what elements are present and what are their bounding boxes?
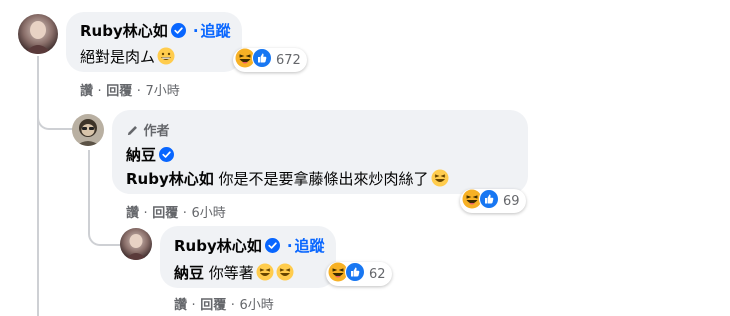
reactions-summary-3[interactable]: 62: [326, 262, 392, 286]
verified-badge-icon: [159, 147, 175, 166]
comment-actions-2: 讚 · 回覆 · 6小時: [126, 206, 226, 221]
reply-action[interactable]: 回覆: [200, 298, 226, 313]
comment-author-name[interactable]: 納豆: [126, 146, 156, 164]
comment-author-name[interactable]: Ruby林心如: [174, 237, 262, 255]
laughing-face-icon: [431, 169, 449, 191]
reaction-count: 672: [276, 52, 301, 68]
like-action[interactable]: 讚: [126, 206, 139, 221]
separator-dot: ·: [286, 237, 293, 255]
comment-actions-3: 讚 · 回覆 · 6小時: [174, 298, 274, 313]
thread-connector-2: [88, 218, 122, 246]
mention-link[interactable]: 納豆: [174, 264, 204, 282]
comment-text: 你等著: [208, 264, 254, 282]
comment-bubble-2: 作者 納豆 Ruby林心如 你是不是要拿藤條出來炒肉絲了: [112, 110, 528, 194]
like-reaction-icon: [345, 262, 365, 286]
grinning-face-icon: [157, 47, 175, 69]
thread-connector-1: [37, 100, 75, 130]
laughing-face-icon: [276, 263, 294, 285]
comment-bubble-1: Ruby林心如 · 追蹤 絕對是肉ム: [66, 12, 242, 72]
reactions-summary-1[interactable]: 672: [233, 48, 307, 72]
avatar-ruby[interactable]: [18, 14, 58, 54]
verified-badge-icon: [170, 23, 186, 42]
author-badge: 作者: [143, 124, 170, 139]
avatar-ruby[interactable]: [120, 228, 152, 260]
comment-actions-1: 讚 · 回覆 · 7小時: [80, 84, 180, 99]
comment-text: 你是不是要拿藤條出來炒肉絲了: [218, 170, 429, 188]
comment-timestamp[interactable]: 7小時: [145, 84, 179, 99]
like-reaction-icon: [479, 189, 499, 213]
follow-button[interactable]: 追蹤: [295, 237, 325, 255]
like-reaction-icon: [252, 48, 272, 72]
comment-bubble-3: Ruby林心如 · 追蹤 納豆 你等著: [160, 226, 336, 288]
like-action[interactable]: 讚: [80, 84, 93, 99]
verified-badge-icon: [264, 238, 280, 257]
comment-timestamp[interactable]: 6小時: [191, 206, 225, 221]
separator-dot: ·: [192, 22, 199, 40]
reply-action[interactable]: 回覆: [106, 84, 132, 99]
reaction-count: 69: [503, 193, 520, 209]
follow-button[interactable]: 追蹤: [201, 22, 231, 40]
like-action[interactable]: 讚: [174, 298, 187, 313]
laughing-face-icon: [256, 263, 274, 285]
comment-timestamp[interactable]: 6小時: [239, 298, 273, 313]
mention-link[interactable]: Ruby林心如: [126, 170, 214, 188]
reactions-summary-2[interactable]: 69: [460, 189, 526, 213]
comment-text: 絕對是肉ム: [80, 48, 156, 66]
comment-author-name[interactable]: Ruby林心如: [80, 22, 168, 40]
thread-line-main: [37, 56, 39, 316]
reply-action[interactable]: 回覆: [152, 206, 178, 221]
pencil-icon: [126, 124, 139, 139]
avatar-natto[interactable]: [72, 114, 104, 146]
reaction-count: 62: [369, 266, 386, 282]
